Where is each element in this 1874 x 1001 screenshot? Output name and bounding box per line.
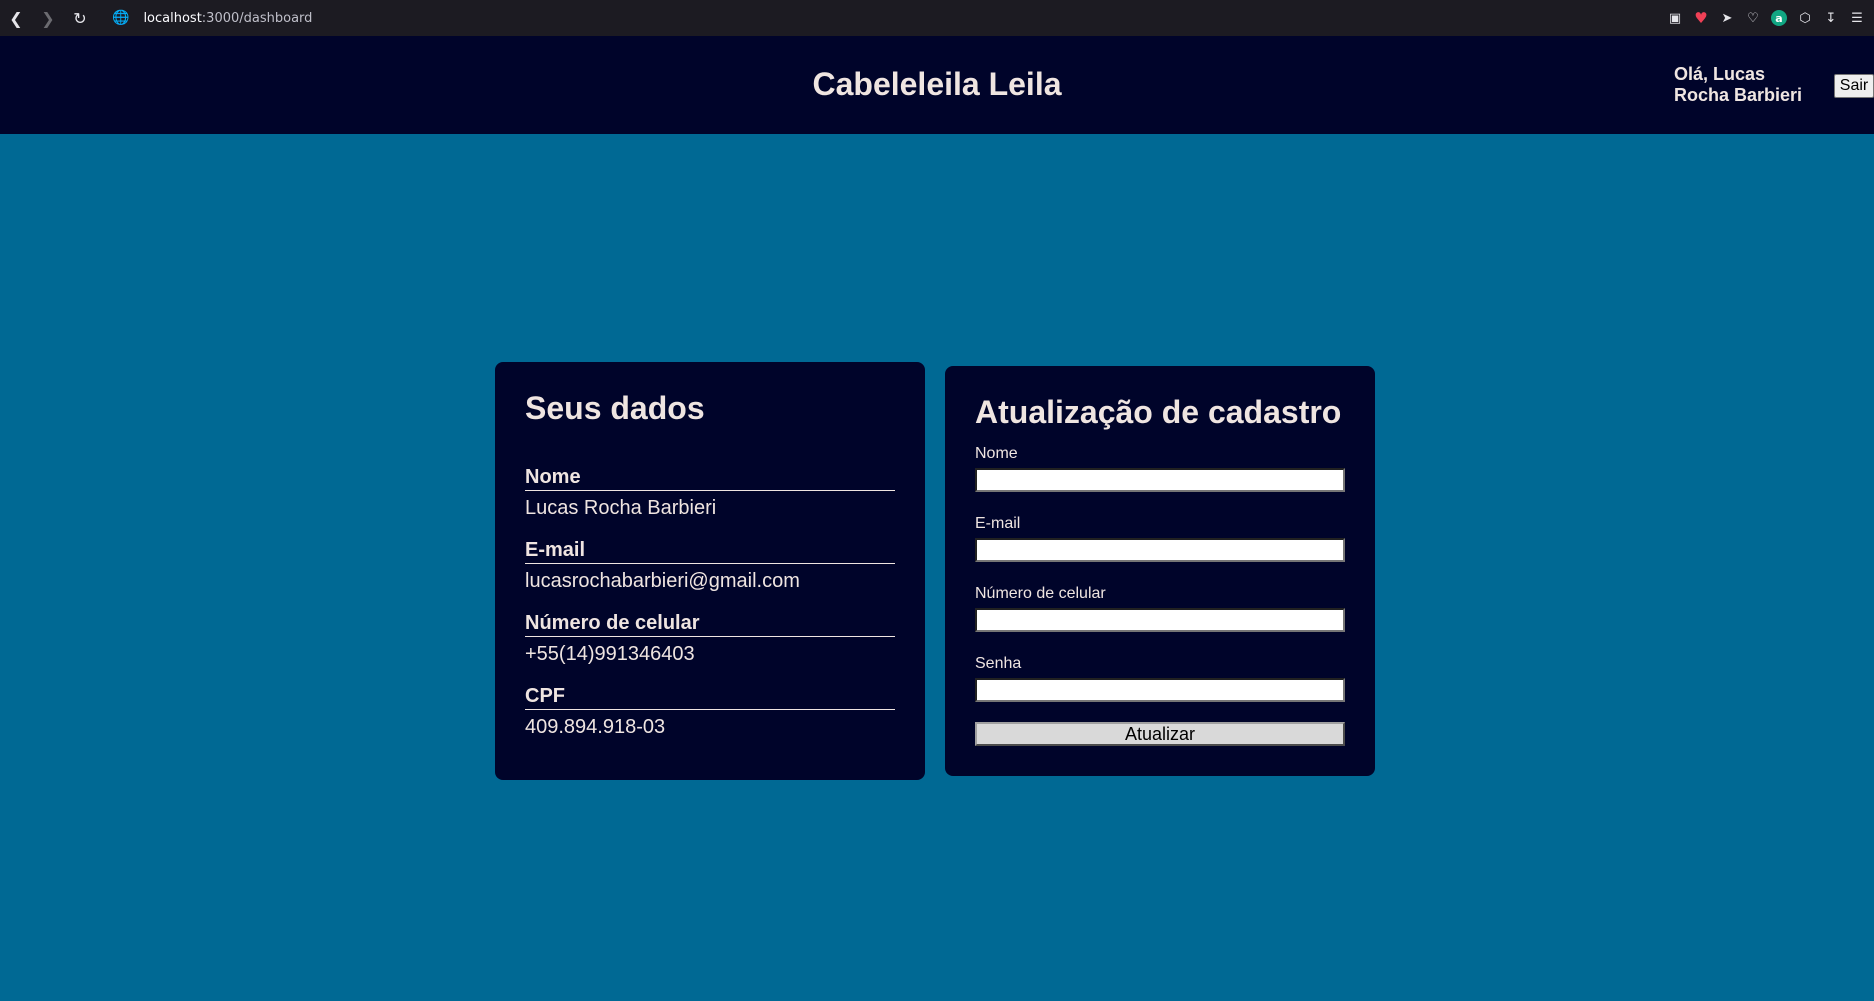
password-input[interactable]: [975, 678, 1345, 702]
screenshot-icon[interactable]: ▣: [1664, 7, 1686, 29]
field-label: E-mail: [525, 539, 895, 564]
extension-a-icon[interactable]: a: [1771, 10, 1787, 26]
field-cpf: CPF 409.894.918-03: [525, 685, 895, 740]
heart-icon[interactable]: ♡: [1742, 7, 1764, 29]
app-title: Cabeleleila Leila: [812, 66, 1062, 102]
password-label: Senha: [975, 655, 1022, 672]
send-icon[interactable]: ➤: [1716, 7, 1738, 29]
field-value: +55(14)991346403: [525, 643, 695, 665]
logout-button[interactable]: Sair: [1834, 74, 1874, 98]
globe-icon: 🌐: [112, 10, 130, 26]
pocket-icon[interactable]: ♥: [1690, 7, 1712, 29]
menu-icon[interactable]: ☰: [1846, 7, 1868, 29]
field-value: 409.894.918-03: [525, 716, 666, 738]
url-host: localhost: [143, 10, 202, 26]
field-label: Número de celular: [525, 612, 895, 637]
field-label: CPF: [525, 685, 895, 710]
cube-icon[interactable]: ⬡: [1794, 7, 1816, 29]
update-form-title: Atualização de cadastro: [975, 394, 1342, 430]
update-form-card: Atualização de cadastro Nome E-mail Núme…: [945, 366, 1375, 776]
user-data-title: Seus dados: [525, 390, 705, 426]
field-label: Nome: [525, 466, 895, 491]
reload-icon[interactable]: ↻: [64, 2, 96, 34]
back-icon[interactable]: ❮: [0, 2, 32, 34]
browser-toolbar: ❮ ❯ ↻ 🌐 localhost:3000/dashboard ▣ ♥ ➤ ♡…: [0, 0, 1874, 36]
name-input[interactable]: [975, 468, 1345, 492]
app-header: Cabeleleila Leila Olá, Lucas Rocha Barbi…: [0, 36, 1874, 134]
update-button[interactable]: Atualizar: [975, 722, 1345, 746]
field-phone: Número de celular +55(14)991346403: [525, 612, 895, 667]
email-input[interactable]: [975, 538, 1345, 562]
address-bar[interactable]: 🌐 localhost:3000/dashboard: [104, 4, 320, 32]
user-greeting: Olá, Lucas Rocha Barbieri: [1674, 64, 1803, 105]
field-name: Nome Lucas Rocha Barbieri: [525, 466, 895, 521]
url-path: :3000/dashboard: [201, 10, 313, 26]
forward-icon[interactable]: ❯: [32, 2, 64, 34]
field-value: Lucas Rocha Barbieri: [525, 497, 717, 519]
name-label: Nome: [975, 445, 1018, 462]
browser-toolbar-icons: ▣ ♥ ➤ ♡ a ⬡ ↧ ☰: [1664, 0, 1868, 36]
download-icon[interactable]: ↧: [1820, 7, 1842, 29]
phone-input[interactable]: [975, 608, 1345, 632]
phone-label: Número de celular: [975, 585, 1106, 602]
user-data-card: Seus dados Nome Lucas Rocha Barbieri E-m…: [495, 362, 925, 780]
field-value: lucasrochabarbieri@gmail.com: [525, 570, 800, 592]
update-form: Nome E-mail Número de celular Senha Atua…: [975, 444, 1345, 746]
field-email: E-mail lucasrochabarbieri@gmail.com: [525, 539, 895, 594]
email-label: E-mail: [975, 515, 1021, 532]
